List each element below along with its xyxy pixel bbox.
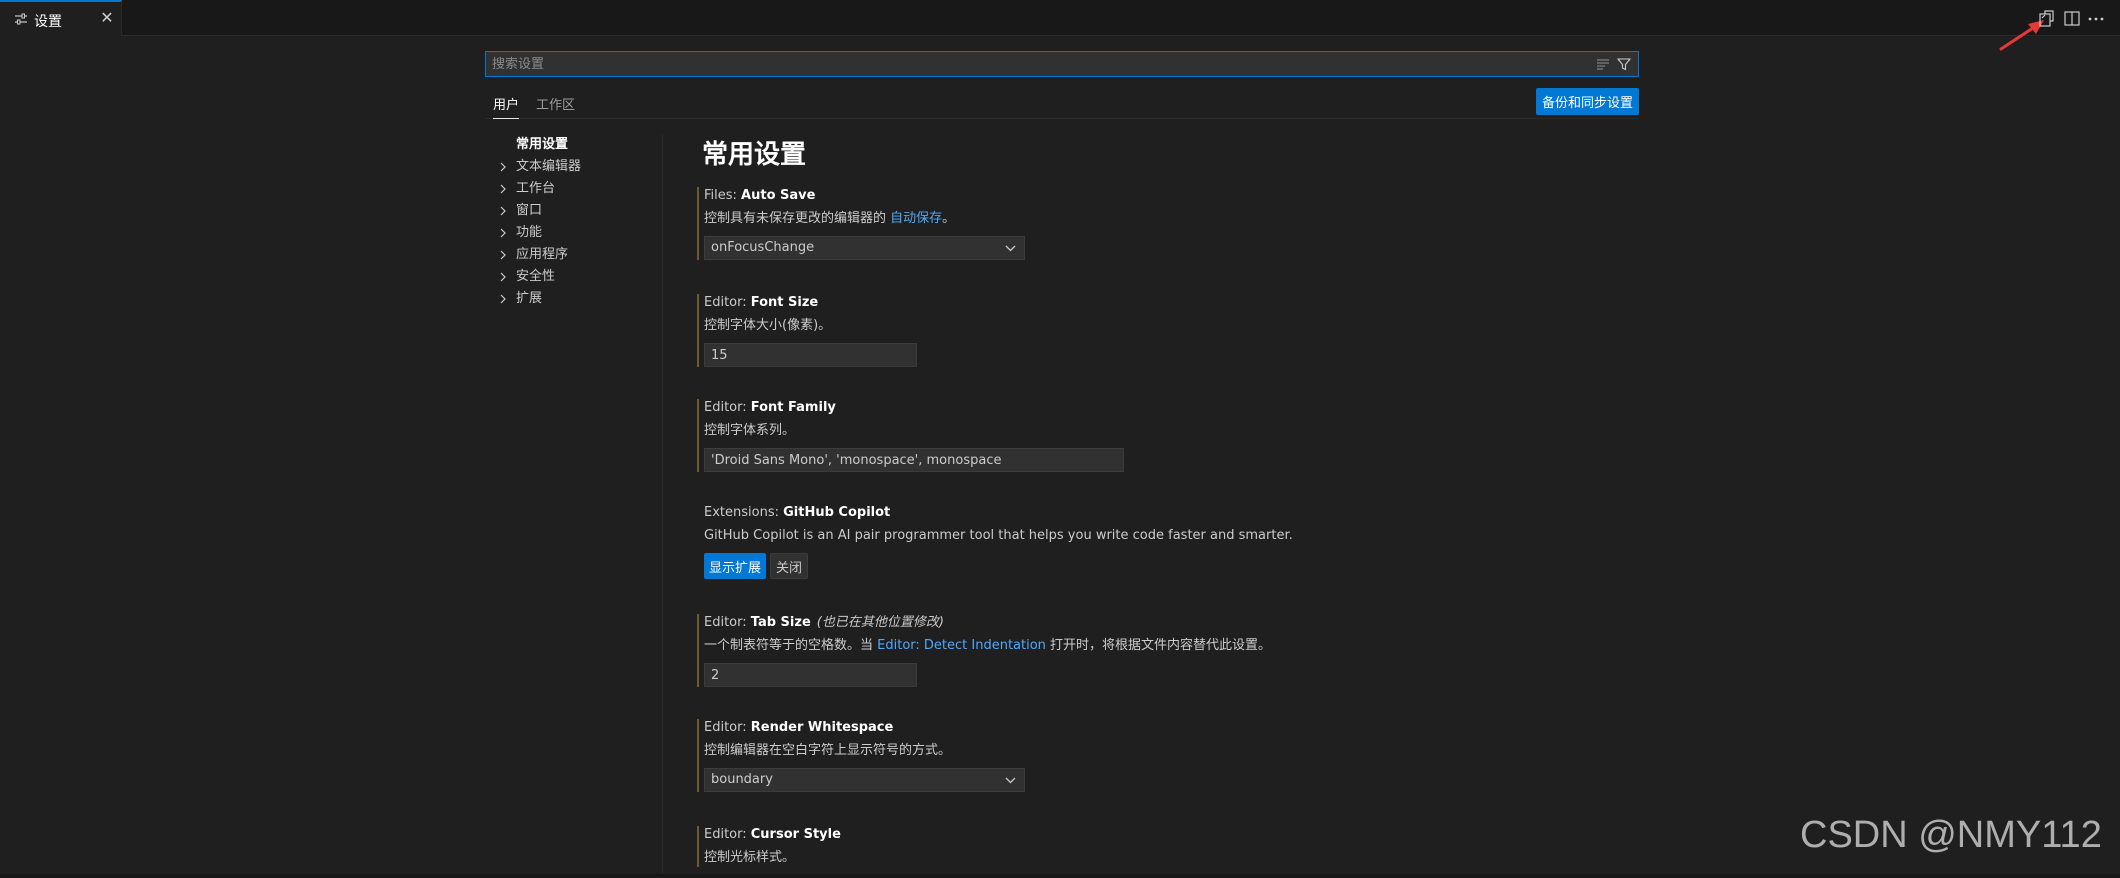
backup-sync-settings-button[interactable]: 备份和同步设置 — [1536, 88, 1639, 115]
render-whitespace-select[interactable]: boundary — [704, 768, 1025, 792]
toc-item-label: 扩展 — [516, 291, 543, 306]
select-value: onFocusChange — [711, 240, 815, 255]
setting-description: 控制编辑器在空白字符上显示符号的方式。 — [704, 743, 952, 758]
setting-font-family: Editor: Font Family 控制字体系列。 — [697, 399, 1124, 472]
chevron-right-icon — [500, 162, 506, 172]
chevron-right-icon — [500, 228, 506, 238]
toc-item-label: 功能 — [516, 225, 543, 240]
chevron-right-icon — [500, 206, 506, 216]
toc-divider — [662, 134, 663, 878]
detect-indentation-link[interactable]: Editor: Detect Indentation — [877, 638, 1046, 653]
editor-tab-bar: 设置 ✕ — [0, 0, 2120, 51]
toc-item-extensions[interactable]: 扩展 — [494, 288, 654, 310]
setting-github-copilot: Extensions: GitHub Copilot GitHub Copilo… — [697, 504, 1293, 581]
chevron-right-icon — [500, 184, 506, 194]
settings-tab-label: 设置 — [34, 14, 62, 30]
setting-font-size: Editor: Font Size 控制字体大小(像素)。 — [697, 294, 917, 367]
chevron-down-icon — [1005, 245, 1016, 252]
toc-item-security[interactable]: 安全性 — [494, 266, 654, 288]
page-title: 常用设置 — [702, 140, 807, 170]
split-editor-icon[interactable] — [2062, 9, 2082, 29]
open-settings-json-icon[interactable] — [2036, 9, 2056, 29]
toc-item-label: 工作台 — [516, 181, 556, 196]
setting-description: 控制具有未保存更改的编辑器的 自动保存。 — [704, 211, 956, 226]
setting-title: Editor: Render Whitespace — [704, 720, 894, 735]
select-value: boundary — [711, 772, 773, 787]
toc-item-features[interactable]: 功能 — [494, 222, 654, 244]
auto-save-select[interactable]: onFocusChange — [704, 236, 1025, 260]
toc-item-label: 常用设置 — [516, 137, 569, 152]
setting-render-whitespace: Editor: Render Whitespace 控制编辑器在空白字符上显示符… — [697, 719, 1025, 792]
toc-item-label: 应用程序 — [516, 247, 569, 262]
tab-workspace[interactable]: 工作区 — [536, 94, 575, 113]
copilot-button-row: 显示扩展 关闭 — [704, 553, 1293, 581]
setting-title: Extensions: GitHub Copilot — [704, 505, 891, 520]
close-icon[interactable]: ✕ — [98, 9, 116, 27]
setting-description: GitHub Copilot is an AI pair programmer … — [704, 528, 1293, 543]
tab-size-input[interactable] — [704, 663, 917, 687]
chevron-right-icon — [500, 294, 506, 304]
toc-item-common[interactable]: 常用设置 — [494, 134, 654, 156]
setting-title: Editor: Tab Size (也已在其他位置修改) — [704, 615, 944, 630]
toc-item-window[interactable]: 窗口 — [494, 200, 654, 222]
settings-sliders-icon — [15, 13, 27, 25]
setting-description: 控制字体系列。 — [704, 423, 796, 438]
setting-description: 控制字体大小(像素)。 — [704, 318, 832, 333]
filter-icon[interactable] — [1616, 56, 1632, 72]
modified-elsewhere-note[interactable]: (也已在其他位置修改) — [817, 615, 944, 630]
setting-title: Editor: Font Size — [704, 295, 819, 310]
toc-item-label: 窗口 — [516, 203, 543, 218]
settings-toc: 常用设置 文本编辑器 工作台 窗口 功能 应用程序 安全性 扩展 — [494, 134, 654, 310]
watermark: CSDN @NMY112 — [1800, 814, 2102, 856]
chevron-right-icon — [500, 272, 506, 282]
auto-save-link[interactable]: 自动保存 — [890, 211, 942, 226]
setting-auto-save: Files: Auto Save 控制具有未保存更改的编辑器的 自动保存。 on… — [697, 187, 1025, 260]
search-input[interactable] — [492, 55, 1592, 73]
setting-cursor-style: Editor: Cursor Style 控制光标样式。 — [697, 826, 841, 867]
setting-description: 一个制表符等于的空格数。当 Editor: Detect Indentation… — [704, 638, 1272, 653]
setting-tab-size: Editor: Tab Size (也已在其他位置修改) 一个制表符等于的空格数。… — [697, 614, 1271, 687]
settings-search-box[interactable] — [485, 51, 1639, 77]
font-family-input[interactable] — [704, 448, 1124, 472]
toc-item-text-editor[interactable]: 文本编辑器 — [494, 156, 654, 178]
font-size-input[interactable] — [704, 343, 917, 367]
chevron-right-icon — [500, 250, 506, 260]
toc-item-label: 安全性 — [516, 269, 556, 284]
clear-filter-list-icon[interactable] — [1595, 56, 1611, 72]
settings-scope-tabs: 用户 工作区 — [485, 91, 1639, 119]
toc-item-label: 文本编辑器 — [516, 159, 582, 174]
show-extension-button[interactable]: 显示扩展 — [704, 553, 767, 579]
close-button[interactable]: 关闭 — [770, 553, 809, 579]
setting-title: Editor: Font Family — [704, 400, 836, 415]
toc-item-workbench[interactable]: 工作台 — [494, 178, 654, 200]
settings-tab[interactable]: 设置 ✕ — [0, 0, 122, 36]
chevron-down-icon — [1005, 777, 1016, 784]
setting-title: Editor: Cursor Style — [704, 827, 841, 842]
toc-item-application[interactable]: 应用程序 — [494, 244, 654, 266]
setting-description: 控制光标样式。 — [704, 850, 796, 865]
setting-title: Files: Auto Save — [704, 188, 816, 203]
more-actions-icon[interactable] — [2086, 9, 2106, 29]
bottom-edge — [0, 874, 2120, 878]
tab-user[interactable]: 用户 — [493, 94, 520, 119]
